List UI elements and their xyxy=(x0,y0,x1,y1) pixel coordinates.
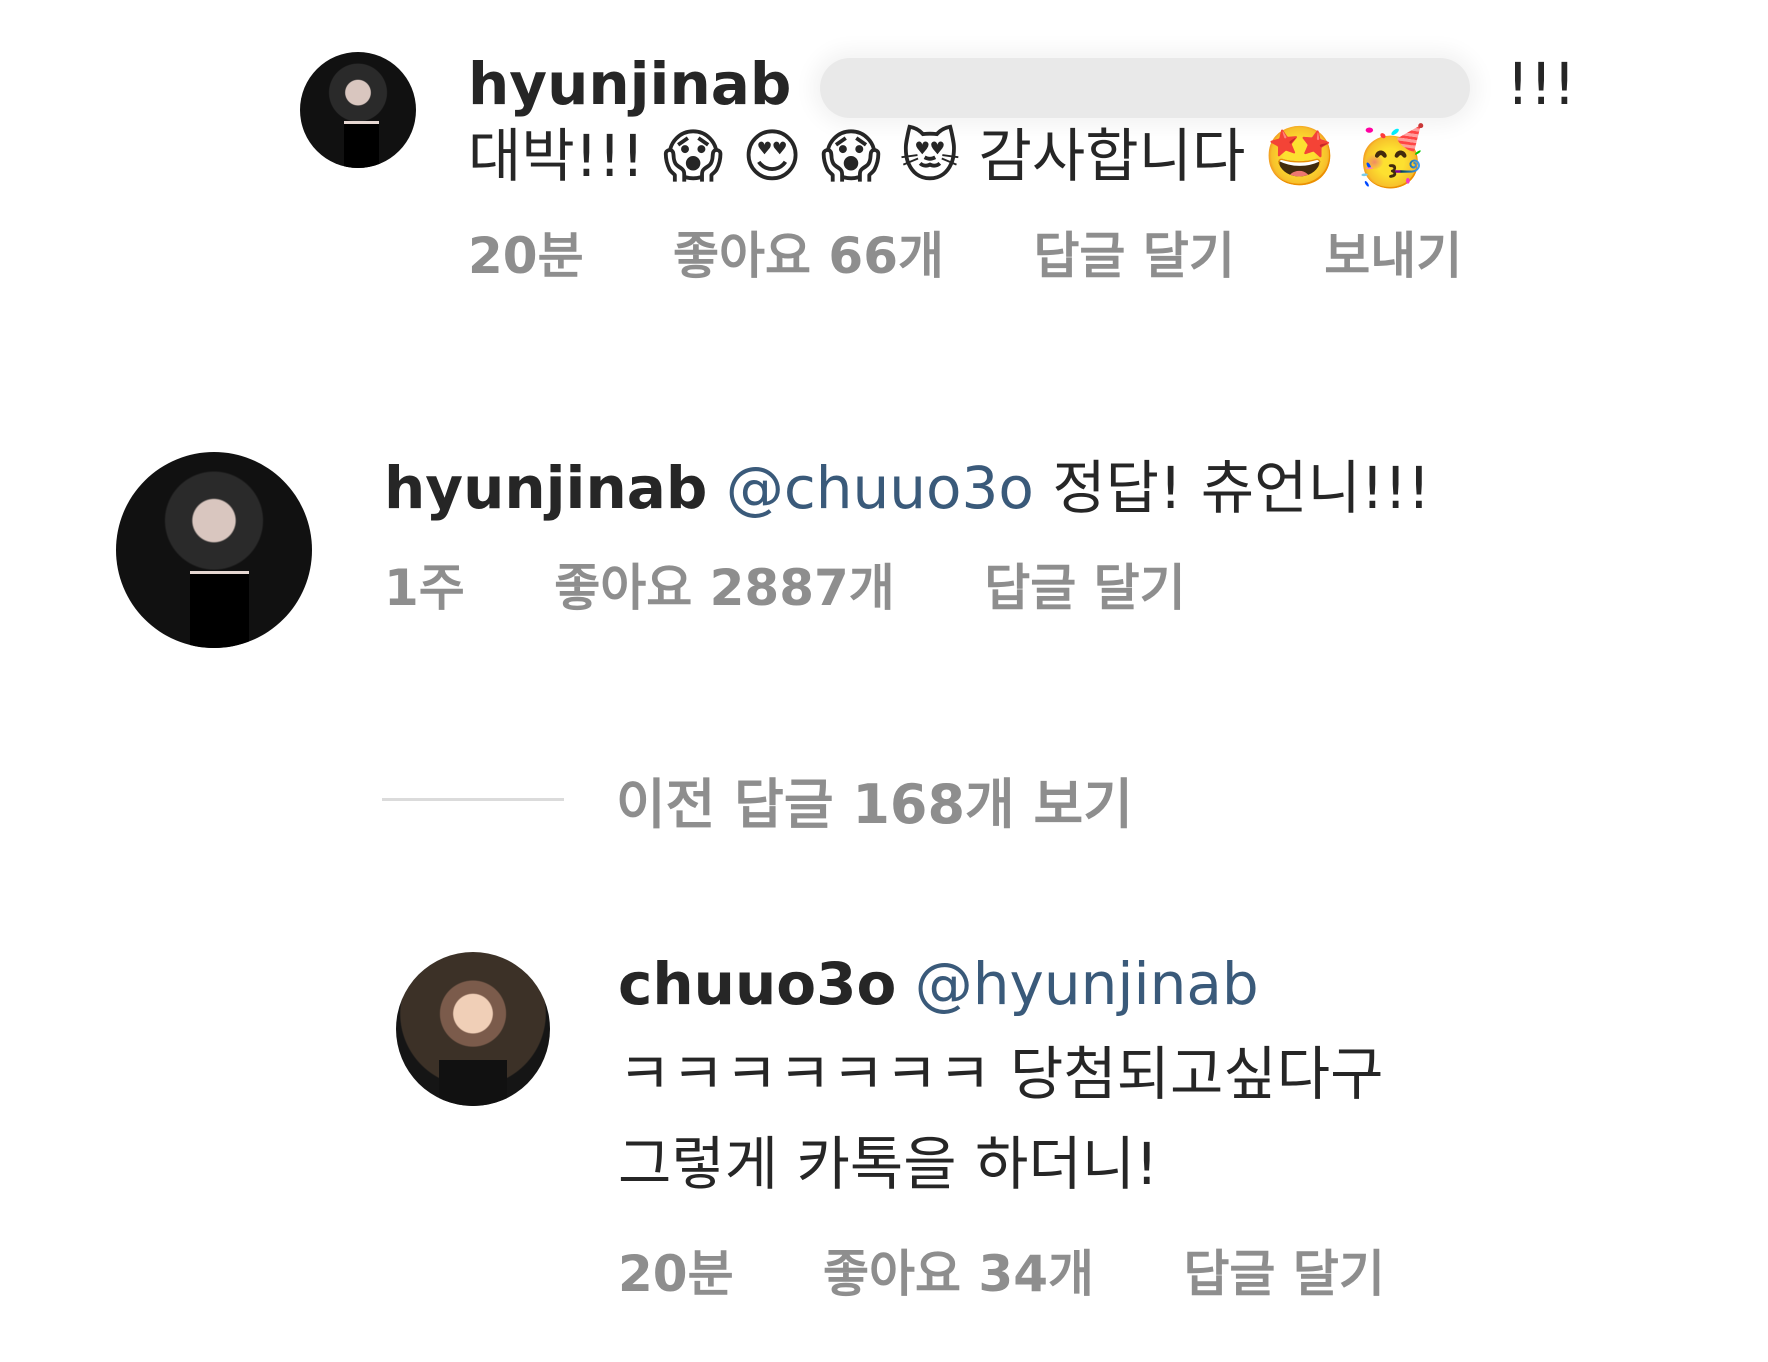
username[interactable]: chuuo3o xyxy=(618,950,896,1018)
view-previous-replies-label[interactable]: 이전 답글 168개 보기 xyxy=(616,760,1133,839)
avatar-dress-shape xyxy=(344,120,379,168)
comment-text: 대박!!! xyxy=(468,122,645,190)
reply-button[interactable]: 답글 달기 xyxy=(1033,227,1234,285)
comment-text-tail: 감사합니다 xyxy=(978,122,1246,190)
avatar-dress-shape xyxy=(190,570,250,648)
send-button[interactable]: 보내기 xyxy=(1324,227,1462,285)
comment-text: 그렇게 카톡을 하더니! xyxy=(618,1130,1159,1198)
comment-2: hyunjinab @chuuo3o 정답! 츄언니!!! 1주 좋아요 288… xyxy=(116,452,1431,648)
avatar-hyunjinab[interactable] xyxy=(116,452,312,648)
likes-count[interactable]: 좋아요 2887개 xyxy=(554,559,895,617)
view-previous-replies[interactable]: 이전 답글 168개 보기 xyxy=(382,760,1133,839)
username[interactable]: hyunjinab xyxy=(384,454,707,522)
comment-3-line2: ㅋㅋㅋㅋㅋㅋㅋ 당첨되고싶다구 xyxy=(618,1038,1457,1110)
comment-1-line2: 대박!!! 😱 😍 😱 😻 감사합니다 🤩 🥳 xyxy=(468,120,1576,192)
reply-button[interactable]: 답글 달기 xyxy=(984,559,1185,617)
reply-button[interactable]: 답글 달기 xyxy=(1183,1245,1384,1303)
timestamp: 1주 xyxy=(384,559,465,617)
emoji-scream-icon: 😱 xyxy=(820,122,882,190)
comment-1: hyunjinab !!! 대박!!! 😱 😍 😱 😻 감사합니다 🤩 🥳 20… xyxy=(300,48,1576,288)
comment-text-tail: !!! xyxy=(1506,50,1577,118)
emoji-heart-eyes-icon: 😍 xyxy=(741,122,803,190)
blurred-text xyxy=(819,57,1470,118)
divider-line xyxy=(382,798,564,801)
emoji-party-face-icon: 🥳 xyxy=(1354,122,1427,190)
comment-text: ㅋㅋㅋㅋㅋㅋㅋ 당첨되고싶다구 xyxy=(618,1040,1384,1108)
comment-text: 정답! 츄언니!!! xyxy=(1052,454,1431,522)
timestamp: 20분 xyxy=(618,1245,734,1303)
comment-3-meta: 20분 좋아요 34개 답글 달기 xyxy=(618,1234,1457,1306)
emoji-cat-heart-eyes-icon: 😻 xyxy=(899,122,961,190)
mention-link[interactable]: @chuuo3o xyxy=(726,454,1034,522)
comment-3-body: chuuo3o @hyunjinab ㅋㅋㅋㅋㅋㅋㅋ 당첨되고싶다구 그렇게 카… xyxy=(618,948,1457,1306)
avatar-chuuo3o[interactable] xyxy=(396,952,550,1106)
comment-3-line1: chuuo3o @hyunjinab xyxy=(618,948,1457,1020)
comment-2-body: hyunjinab @chuuo3o 정답! 츄언니!!! 1주 좋아요 288… xyxy=(384,452,1431,620)
timestamp: 20분 xyxy=(468,227,584,285)
emoji-star-struck-icon: 🤩 xyxy=(1263,122,1337,190)
comment-2-line1: hyunjinab @chuuo3o 정답! 츄언니!!! xyxy=(384,452,1431,524)
comment-1-line1: hyunjinab !!! xyxy=(468,48,1576,120)
comment-3-line3: 그렇게 카톡을 하더니! xyxy=(618,1128,1457,1200)
comment-3: chuuo3o @hyunjinab ㅋㅋㅋㅋㅋㅋㅋ 당첨되고싶다구 그렇게 카… xyxy=(396,948,1457,1306)
emoji-scream-icon: 😱 xyxy=(662,122,724,190)
comment-1-body: hyunjinab !!! 대박!!! 😱 😍 😱 😻 감사합니다 🤩 🥳 20… xyxy=(468,48,1576,288)
avatar-hyunjinab[interactable] xyxy=(300,52,416,168)
username[interactable]: hyunjinab xyxy=(468,50,791,118)
likes-count[interactable]: 좋아요 34개 xyxy=(823,1245,1094,1303)
mention-link[interactable]: @hyunjinab xyxy=(915,950,1259,1018)
likes-count[interactable]: 좋아요 66개 xyxy=(673,227,944,285)
comment-2-meta: 1주 좋아요 2887개 답글 달기 xyxy=(384,548,1431,620)
comment-1-meta: 20분 좋아요 66개 답글 달기 보내기 xyxy=(468,216,1576,288)
avatar-shirt-shape xyxy=(439,1059,507,1106)
